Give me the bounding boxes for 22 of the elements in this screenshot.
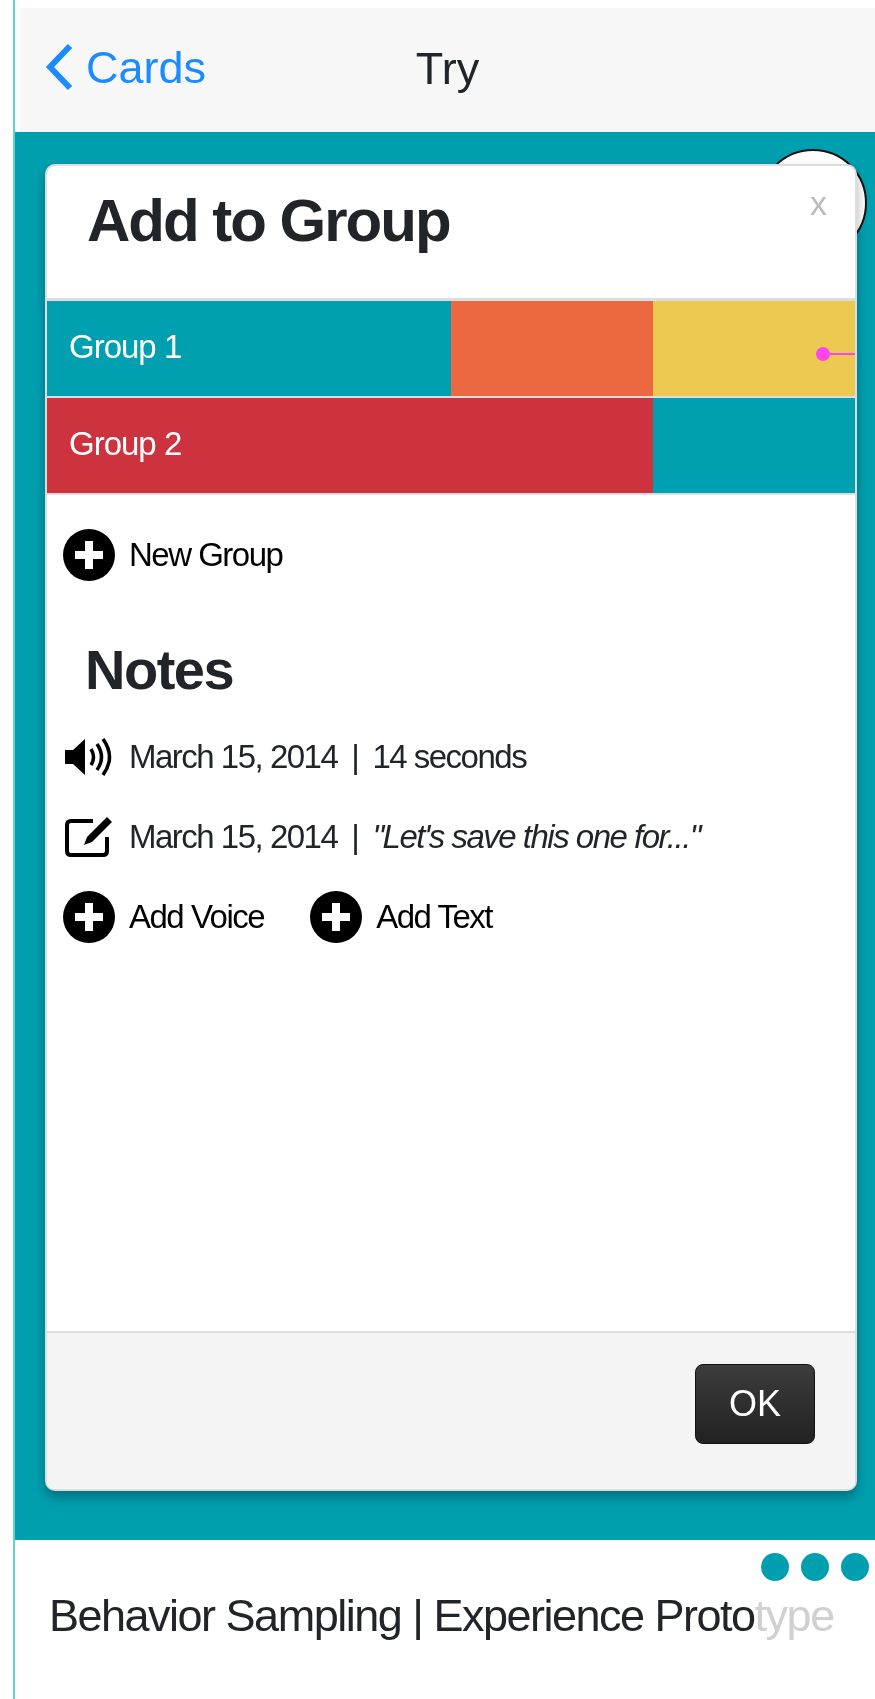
plus-icon xyxy=(63,890,115,943)
note-detail: "Let's save this one for..." xyxy=(372,816,701,857)
edit-icon xyxy=(63,814,115,859)
separator-text: | xyxy=(351,816,359,857)
add-text-button[interactable]: Add Text xyxy=(310,890,492,943)
note-date: March 15, 2014 xyxy=(129,816,338,857)
note-detail: 14 seconds xyxy=(372,736,527,777)
group-row[interactable]: Group 2 xyxy=(47,398,855,495)
back-chevron-icon xyxy=(44,42,74,92)
separator-text: | xyxy=(351,736,359,777)
pager-dots-icon xyxy=(761,1553,869,1581)
ok-button[interactable]: OK xyxy=(695,1364,815,1444)
tagline-text: Behavior Sampling | Experience Proto xyxy=(49,1589,755,1643)
plus-icon xyxy=(63,529,115,581)
dialog-title: Add to Group xyxy=(87,188,450,254)
note-date: March 15, 2014 xyxy=(129,736,338,777)
new-group-button[interactable]: New Group xyxy=(63,529,283,581)
plus-icon xyxy=(310,890,363,943)
screen-title: Try xyxy=(415,46,480,91)
connector-dot-icon xyxy=(815,345,855,362)
notes-heading: Notes xyxy=(85,639,234,701)
add-voice-button[interactable]: Add Voice xyxy=(63,890,265,943)
